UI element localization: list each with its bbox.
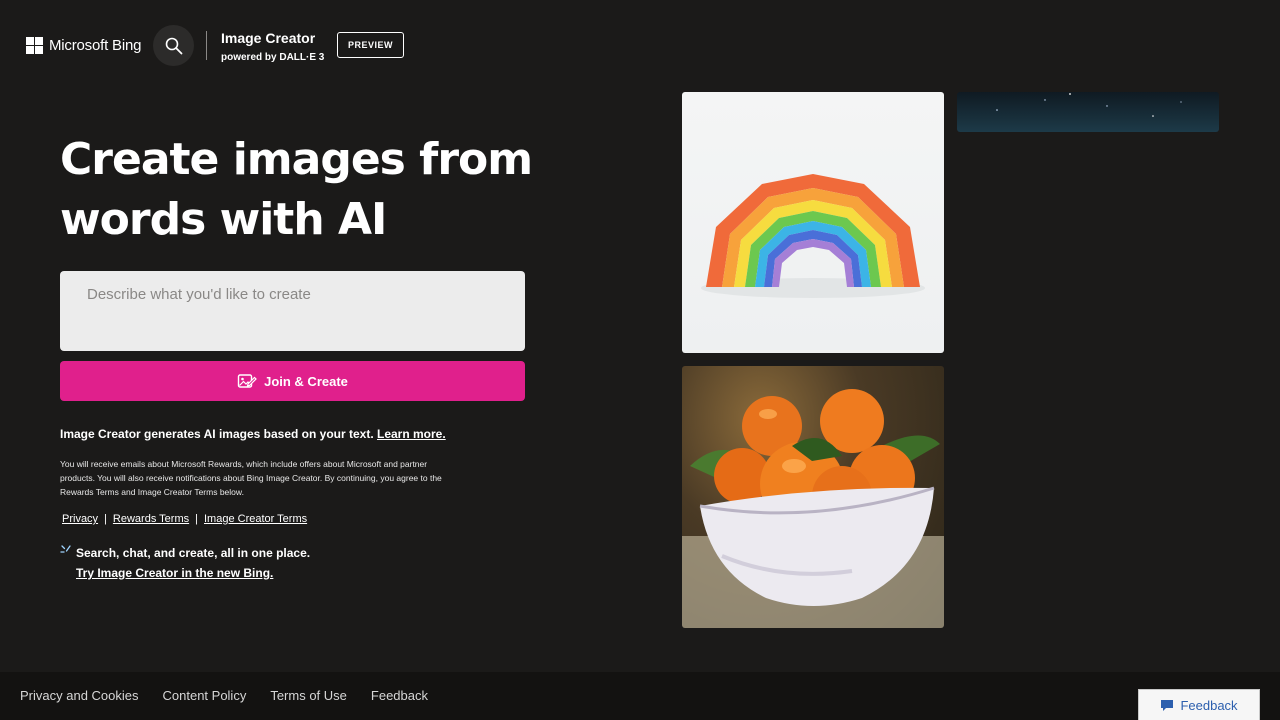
footer-privacy-cookies-link[interactable]: Privacy and Cookies <box>20 688 139 703</box>
info-text-body: Image Creator generates AI images based … <box>60 427 377 441</box>
brand-name: Microsoft Bing <box>49 37 142 54</box>
page: Microsoft Bing Image Creator powered by … <box>0 0 1280 720</box>
feedback-button[interactable]: Feedback <box>1138 689 1260 720</box>
terms-links: Privacy | Rewards Terms | Image Creator … <box>62 513 307 525</box>
product-title: Image Creator <box>221 30 316 46</box>
product-subtitle: powered by DALL·E 3 <box>221 51 324 65</box>
oranges-bowl-image[interactable] <box>682 366 944 628</box>
page-title: Create images from words with AI <box>60 130 620 250</box>
learn-more-link[interactable]: Learn more. <box>377 427 446 441</box>
search-button[interactable] <box>153 25 194 66</box>
prompt-input[interactable] <box>85 284 504 342</box>
chat-bubble-icon <box>1160 699 1174 712</box>
sparkle-icon <box>60 544 72 562</box>
product-subtitle-model: DALL·E 3 <box>279 52 325 63</box>
info-text: Image Creator generates AI images based … <box>60 427 446 441</box>
image-edit-icon <box>237 372 257 390</box>
feedback-button-label: Feedback <box>1180 697 1238 713</box>
join-and-create-label: Join & Create <box>264 373 348 389</box>
link-separator: | <box>195 513 198 525</box>
footer: Privacy and Cookies Content Policy Terms… <box>0 672 1280 720</box>
header-divider <box>206 31 207 60</box>
header: Microsoft Bing Image Creator powered by … <box>0 0 1280 90</box>
search-icon <box>165 37 182 54</box>
fine-print: You will receive emails about Microsoft … <box>60 459 442 497</box>
page-title-line1: Create images from <box>60 134 533 185</box>
try-new-bing-link[interactable]: Try Image Creator in the new Bing. <box>76 566 273 580</box>
footer-content-policy-link[interactable]: Content Policy <box>163 688 247 703</box>
image-creator-terms-link[interactable]: Image Creator Terms <box>204 513 307 525</box>
rewards-terms-link[interactable]: Rewards Terms <box>113 513 189 525</box>
footer-links: Privacy and Cookies Content Policy Terms… <box>20 688 452 703</box>
rainbow-illustration <box>701 174 925 298</box>
product-subtitle-prefix: powered by <box>221 52 280 63</box>
bing-logo-link[interactable]: Microsoft Bing <box>26 37 141 54</box>
link-separator: | <box>104 513 107 525</box>
join-and-create-button[interactable]: Join & Create <box>60 361 525 401</box>
promo-text: Search, chat, and create, all in one pla… <box>76 546 311 560</box>
footer-feedback-link[interactable]: Feedback <box>371 688 428 703</box>
footer-terms-of-use-link[interactable]: Terms of Use <box>270 688 347 703</box>
page-title-line2: words with AI <box>60 194 387 245</box>
product-title-link[interactable]: Image Creator powered by DALL·E 3 <box>221 30 324 65</box>
starry-sky-image[interactable] <box>957 92 1219 132</box>
rainbow-image[interactable] <box>682 92 944 353</box>
microsoft-logo-icon <box>26 37 43 54</box>
starry-sky-illustration <box>996 93 1182 117</box>
preview-badge: PREVIEW <box>337 32 404 58</box>
privacy-link[interactable]: Privacy <box>62 513 98 525</box>
prompt-input-container <box>60 271 525 351</box>
oranges-bowl-illustration <box>682 389 944 628</box>
